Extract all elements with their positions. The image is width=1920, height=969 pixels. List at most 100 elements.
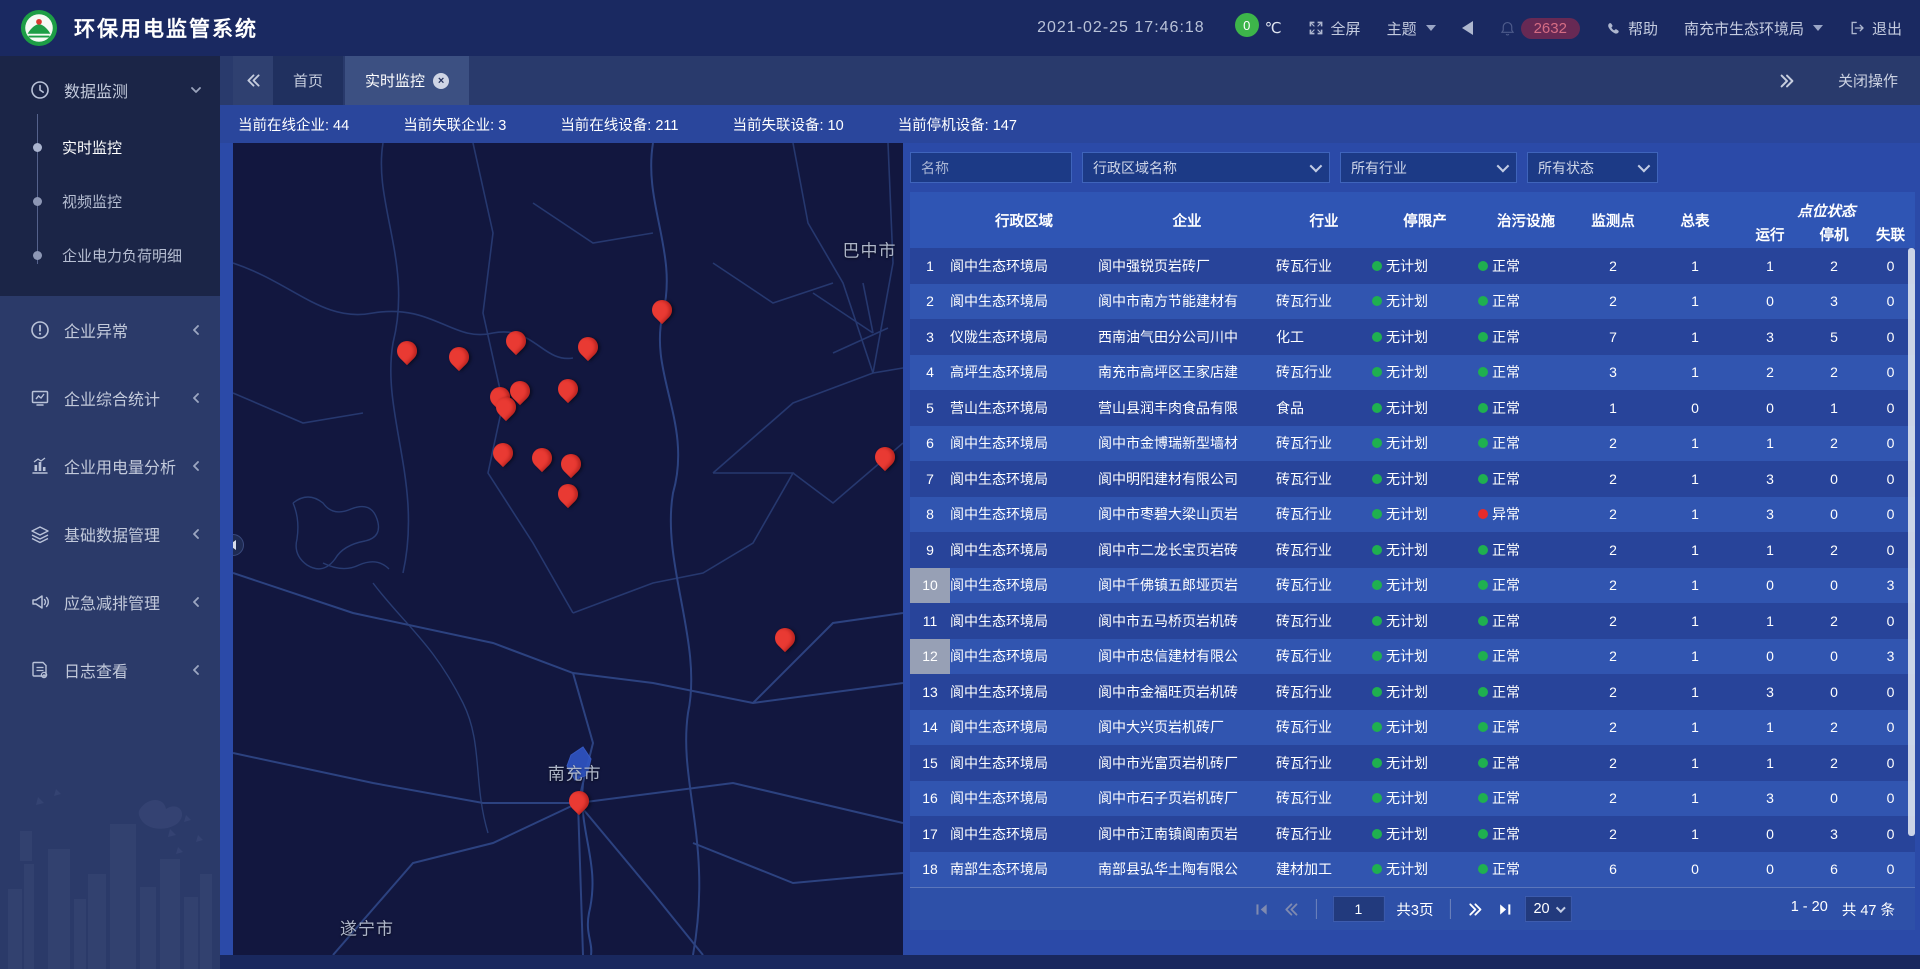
table-row[interactable]: 4高坪生态环境局南充市高坪区王家店建砖瓦行业无计划正常31220 bbox=[910, 355, 1915, 391]
tab-home[interactable]: 首页 bbox=[273, 56, 343, 105]
status-dot-green bbox=[1372, 261, 1382, 271]
sidebar-item-emergency[interactable]: 应急减排管理 bbox=[0, 574, 220, 630]
table-row[interactable]: 5营山生态环境局营山县润丰肉食品有限食品无计划正常10010 bbox=[910, 390, 1915, 426]
table-row[interactable]: 11阆中生态环境局阆中市五马桥页岩机砖砖瓦行业无计划正常21120 bbox=[910, 603, 1915, 639]
app-window: 环保用电监管系统 2021-02-25 17:46:18 0 ℃ 全屏 主题 2… bbox=[0, 0, 1920, 969]
sidebar: 数据监测 实时监控视频监控企业电力负荷明细 企业异常 企业综合统计 企业用电量分… bbox=[0, 56, 220, 969]
table-row[interactable]: 7阆中生态环境局阆中明阳建材有限公司砖瓦行业无计划正常21300 bbox=[910, 461, 1915, 497]
tab-scroll-right-button[interactable] bbox=[1778, 72, 1796, 90]
sidebar-subitem-实时监控[interactable]: 实时监控 bbox=[0, 120, 220, 174]
status-dot-green bbox=[1372, 438, 1382, 448]
map-pin-icon[interactable] bbox=[569, 791, 589, 811]
sound-toggle[interactable] bbox=[1462, 21, 1473, 35]
table-row[interactable]: 12阆中生态环境局阆中市忠信建材有限公砖瓦行业无计划正常21003 bbox=[910, 639, 1915, 675]
status-dot-green bbox=[1478, 261, 1488, 271]
map-pin-icon[interactable] bbox=[510, 381, 530, 401]
divider bbox=[1449, 899, 1450, 919]
map-pin-icon[interactable] bbox=[578, 337, 598, 357]
col-pollution-facility: 治污设施 bbox=[1478, 192, 1574, 248]
org-dropdown[interactable]: 南充市生态环境局 bbox=[1684, 18, 1823, 39]
bullet-dot-icon bbox=[33, 251, 42, 260]
sidebar-subitem-视频监控[interactable]: 视频监控 bbox=[0, 174, 220, 228]
table-row[interactable]: 18南部生态环境局南部县弘华土陶有限公建材加工无计划正常60060 bbox=[910, 852, 1915, 888]
page-number-input[interactable] bbox=[1332, 896, 1384, 922]
status-dot-green bbox=[1372, 580, 1382, 590]
region-filter-select[interactable]: 行政区域名称 bbox=[1082, 152, 1330, 183]
status-dot-green bbox=[1372, 545, 1382, 555]
sidebar-item-enterprise-stats[interactable]: 企业综合统计 bbox=[0, 370, 220, 426]
status-dot-green bbox=[1478, 474, 1488, 484]
name-filter-field[interactable] bbox=[910, 152, 1072, 183]
map-pin-icon[interactable] bbox=[652, 300, 672, 320]
table-row[interactable]: 2阆中生态环境局阆中市南方节能建材有砖瓦行业无计划正常21030 bbox=[910, 284, 1915, 320]
scrollbar-thumb[interactable] bbox=[1908, 248, 1915, 836]
help-button[interactable]: 帮助 bbox=[1606, 18, 1658, 39]
status-dot-green bbox=[1372, 332, 1382, 342]
table-row[interactable]: 14阆中生态环境局阆中大兴页岩机砖厂砖瓦行业无计划正常21120 bbox=[910, 710, 1915, 746]
bullet-dot-icon bbox=[33, 197, 42, 206]
status-dot-green bbox=[1478, 616, 1488, 626]
map-pin-icon[interactable] bbox=[558, 484, 578, 504]
map-pin-icon[interactable] bbox=[775, 628, 795, 648]
top-header: 环保用电监管系统 2021-02-25 17:46:18 0 ℃ 全屏 主题 2… bbox=[0, 0, 1920, 56]
next-page-button[interactable] bbox=[1466, 901, 1483, 918]
status-dot-green bbox=[1372, 367, 1382, 377]
notifications[interactable]: 2632 bbox=[1499, 18, 1580, 39]
table-row[interactable]: 15阆中生态环境局阆中市光富页岩机砖厂砖瓦行业无计划正常21120 bbox=[910, 745, 1915, 781]
table-row[interactable]: 6阆中生态环境局阆中市金博瑞新型墙材砖瓦行业无计划正常21120 bbox=[910, 426, 1915, 462]
status-count: 当前失联设备: 10 bbox=[733, 114, 844, 135]
map-pin-icon[interactable] bbox=[449, 347, 469, 367]
divider bbox=[1315, 899, 1316, 919]
map-pin-icon[interactable] bbox=[397, 341, 417, 361]
tab-realtime-monitor[interactable]: 实时监控 × bbox=[345, 56, 469, 105]
col-region: 行政区域 bbox=[950, 192, 1098, 248]
logout-button[interactable]: 退出 bbox=[1849, 18, 1902, 39]
name-filter-input[interactable] bbox=[921, 160, 1061, 176]
table-row[interactable]: 17阆中生态环境局阆中市江南镇阆南页岩砖瓦行业无计划正常21030 bbox=[910, 816, 1915, 852]
sidebar-item-data-monitor[interactable]: 数据监测 bbox=[0, 62, 220, 118]
page-size-select[interactable]: 20 bbox=[1524, 896, 1571, 922]
table-row[interactable]: 8阆中生态环境局阆中市枣碧大梁山页岩砖瓦行业无计划异常21300 bbox=[910, 497, 1915, 533]
page-first-icon bbox=[1253, 901, 1270, 918]
map-pin-icon[interactable] bbox=[532, 448, 552, 468]
status-filter-select[interactable]: 所有状态 bbox=[1527, 152, 1658, 183]
prev-page-button[interactable] bbox=[1282, 901, 1299, 918]
col-stop-production: 停限产 bbox=[1372, 192, 1478, 248]
table-row[interactable]: 13阆中生态环境局阆中市金福旺页岩机砖砖瓦行业无计划正常21300 bbox=[910, 674, 1915, 710]
table-scrollbar[interactable] bbox=[1907, 248, 1915, 887]
map-pin-icon[interactable] bbox=[558, 379, 578, 399]
col-stopped: 停机 bbox=[1802, 222, 1866, 248]
datetime-display: 2021-02-25 17:46:18 bbox=[1037, 19, 1205, 37]
city-label: 南充市 bbox=[548, 760, 602, 785]
map-pin-icon[interactable] bbox=[506, 331, 526, 351]
sidebar-item-logs[interactable]: 日志查看 bbox=[0, 642, 220, 698]
tab-scroll-left-button[interactable] bbox=[233, 56, 273, 105]
horn-icon bbox=[30, 592, 50, 612]
fullscreen-button[interactable]: 全屏 bbox=[1308, 18, 1361, 39]
industry-filter-select[interactable]: 所有行业 bbox=[1340, 152, 1517, 183]
map-pin-icon[interactable] bbox=[561, 454, 581, 474]
col-lost: 失联 bbox=[1866, 222, 1915, 248]
map-pin-icon[interactable] bbox=[493, 443, 513, 463]
tab-close-icon[interactable]: × bbox=[433, 73, 449, 89]
col-index bbox=[910, 192, 950, 248]
table-row[interactable]: 16阆中生态环境局阆中市石子页岩机砖厂砖瓦行业无计划正常21300 bbox=[910, 781, 1915, 817]
triangle-left-icon bbox=[233, 540, 236, 550]
close-operations-button[interactable]: 关闭操作 bbox=[1838, 70, 1898, 91]
table-row[interactable]: 9阆中生态环境局阆中市二龙长宝页岩砖砖瓦行业无计划正常21120 bbox=[910, 532, 1915, 568]
sidebar-subitem-企业电力负荷明细[interactable]: 企业电力负荷明细 bbox=[0, 228, 220, 282]
status-dot-green bbox=[1372, 793, 1382, 803]
sidebar-item-base-data[interactable]: 基础数据管理 bbox=[0, 506, 220, 562]
table-row[interactable]: 10阆中生态环境局阆中千佛镇五郎垭页岩砖瓦行业无计划正常21003 bbox=[910, 568, 1915, 604]
table-row[interactable]: 3仪陇生态环境局西南油气田分公司川中化工无计划正常71350 bbox=[910, 319, 1915, 355]
status-count: 当前失联企业: 3 bbox=[403, 114, 506, 135]
theme-dropdown[interactable]: 主题 bbox=[1387, 18, 1436, 39]
map-pin-icon[interactable] bbox=[875, 447, 895, 467]
table-row[interactable]: 1阆中生态环境局阆中强锐页岩砖厂砖瓦行业无计划正常21120 bbox=[910, 248, 1915, 284]
first-page-button[interactable] bbox=[1253, 901, 1270, 918]
last-page-button[interactable] bbox=[1495, 901, 1512, 918]
map-panel[interactable]: 巴中市南充市遂宁市 bbox=[233, 143, 903, 955]
status-dot-green bbox=[1372, 296, 1382, 306]
sidebar-item-power-analysis[interactable]: 企业用电量分析 bbox=[0, 438, 220, 494]
sidebar-item-enterprise-abnormal[interactable]: 企业异常 bbox=[0, 302, 220, 358]
